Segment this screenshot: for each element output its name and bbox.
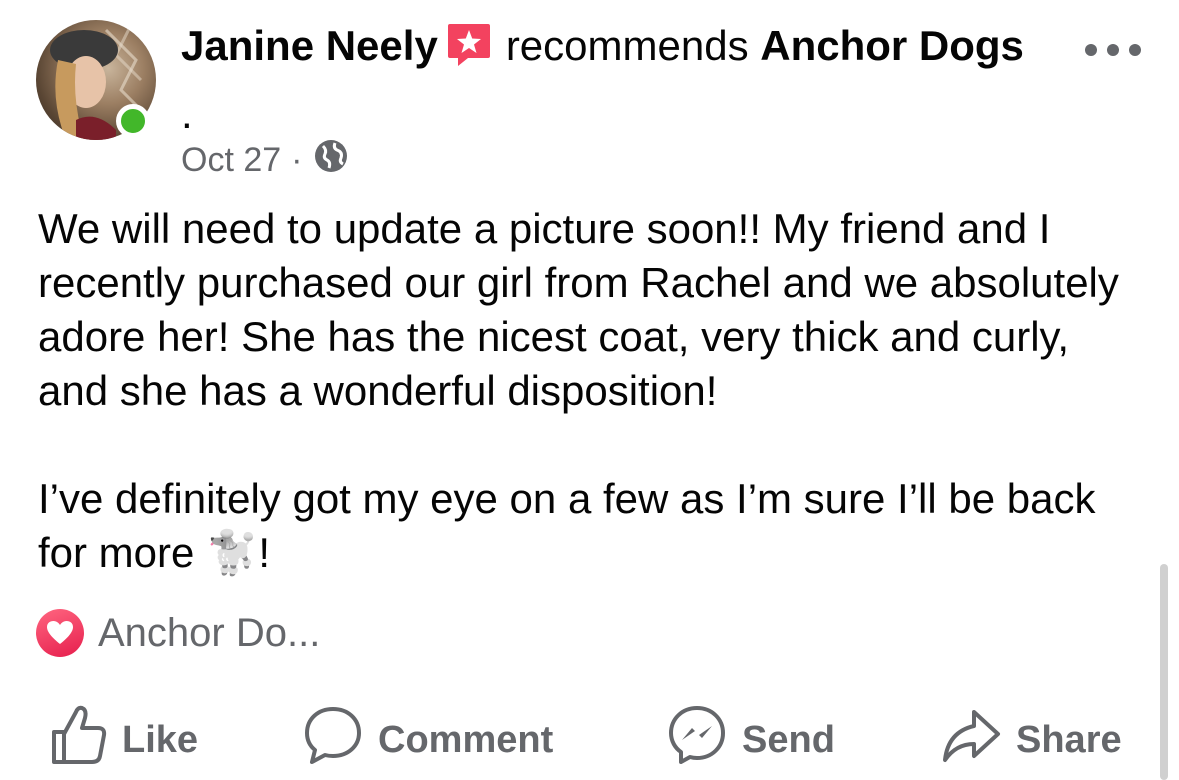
globe-icon bbox=[313, 138, 349, 183]
post-paragraph-2: I’ve definitely got my eye on a few as I… bbox=[38, 472, 1148, 580]
online-status-indicator bbox=[116, 104, 150, 138]
post-headline: Janine Neely recommends Anchor Dogs . bbox=[181, 16, 1041, 144]
send-label: Send bbox=[742, 718, 835, 761]
post-card: Janine Neely recommends Anchor Dogs . Oc… bbox=[0, 0, 1179, 780]
comment-label: Comment bbox=[378, 718, 554, 761]
post-paragraph-1: We will need to update a picture soon!! … bbox=[38, 205, 1119, 414]
heart-icon bbox=[36, 609, 84, 657]
star-speech-bubble-icon bbox=[446, 22, 492, 84]
like-label: Like bbox=[122, 718, 199, 761]
recommends-label: recommends bbox=[505, 22, 749, 69]
messenger-icon bbox=[666, 704, 728, 776]
meta-separator: · bbox=[291, 140, 303, 179]
scrollbar[interactable] bbox=[1160, 564, 1168, 780]
poodle-emoji: 🐩 bbox=[206, 529, 259, 576]
comment-button[interactable]: Comment bbox=[302, 700, 553, 780]
author-name[interactable]: Janine Neely bbox=[181, 22, 438, 69]
paragraph-end: ! bbox=[258, 529, 271, 576]
page-name-link[interactable]: Anchor Dogs bbox=[760, 22, 1024, 69]
ellipsis-icon[interactable] bbox=[1085, 38, 1141, 62]
send-button[interactable]: Send bbox=[666, 700, 835, 780]
action-bar: Like Comment Send Share bbox=[0, 700, 1179, 780]
page-name-suffix: . bbox=[181, 90, 193, 137]
speech-bubble-icon bbox=[302, 704, 364, 776]
post-meta: Oct 27 · bbox=[181, 138, 349, 182]
post-paragraph-2-text: I’ve definitely got my eye on a few as I… bbox=[38, 475, 1096, 576]
like-button[interactable]: Like bbox=[50, 700, 198, 780]
share-button[interactable]: Share bbox=[940, 700, 1122, 780]
share-arrow-icon bbox=[940, 704, 1002, 776]
reactions-summary[interactable]: Anchor Do... bbox=[36, 608, 320, 658]
share-label: Share bbox=[1016, 718, 1122, 761]
reactor-names: Anchor Do... bbox=[98, 610, 321, 655]
post-body: We will need to update a picture soon!! … bbox=[38, 202, 1148, 580]
post-date[interactable]: Oct 27 bbox=[181, 141, 281, 180]
thumbs-up-icon bbox=[50, 704, 108, 776]
